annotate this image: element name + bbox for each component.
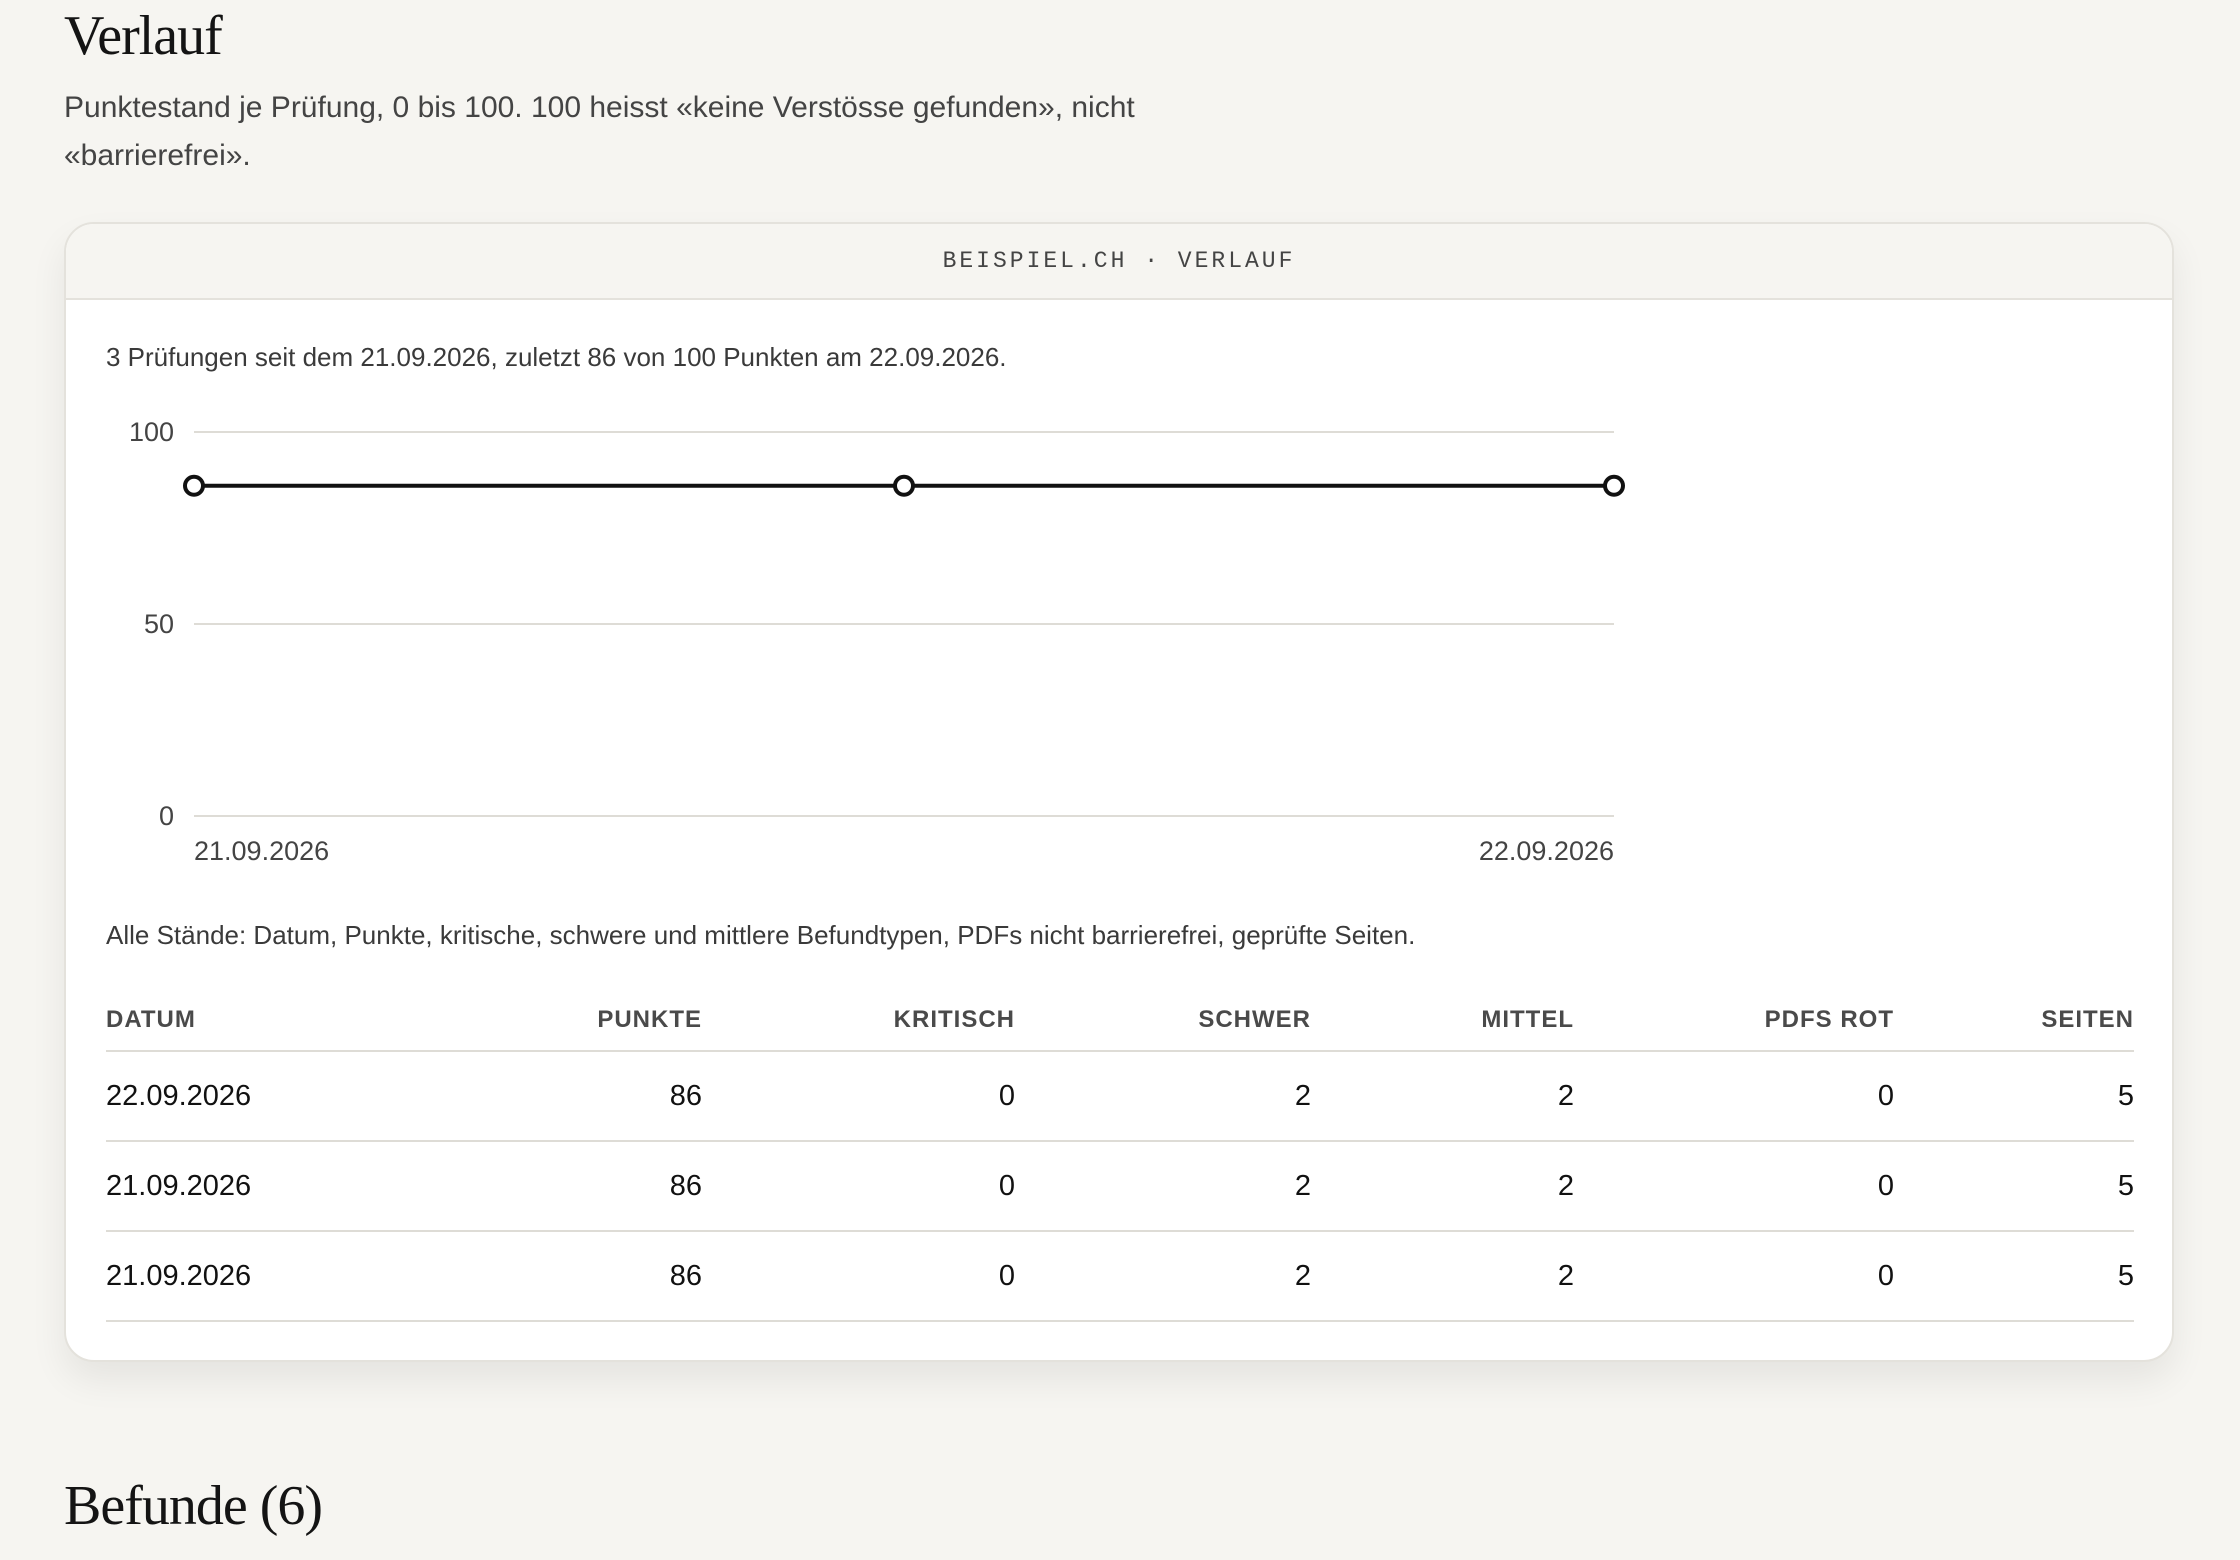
- cell-mittel: 2: [1311, 1231, 1574, 1322]
- cell-schwer: 2: [1015, 1051, 1311, 1142]
- col-header-datum: DATUM: [106, 990, 326, 1052]
- cell-datum: 21.09.2026: [106, 1141, 326, 1232]
- x-tick-label: 22.09.2026: [1479, 836, 1614, 864]
- data-point: [183, 474, 205, 497]
- data-point: [1603, 474, 1625, 497]
- col-header-pdfs-rot: PDFS ROT: [1574, 990, 1894, 1052]
- cell-mittel: 2: [1311, 1051, 1574, 1142]
- cell-pdfs-rot: 0: [1574, 1051, 1894, 1142]
- y-tick-label: 0: [159, 801, 174, 831]
- table-row: 21.09.2026 86 0 2 2 0 5: [106, 1231, 2134, 1322]
- verlauf-intro: Punktestand je Prüfung, 0 bis 100. 100 h…: [64, 91, 1135, 172]
- cell-seiten: 5: [1894, 1051, 2134, 1142]
- cell-datum: 22.09.2026: [106, 1051, 326, 1142]
- cell-pdfs-rot: 0: [1574, 1141, 1894, 1232]
- y-tick-label: 100: [129, 417, 174, 447]
- table-row: 21.09.2026 86 0 2 2 0 5: [106, 1141, 2134, 1232]
- col-header-schwer: SCHWER: [1015, 990, 1311, 1052]
- cell-schwer: 2: [1015, 1141, 1311, 1232]
- col-header-mittel: MITTEL: [1311, 990, 1574, 1052]
- cell-punkte: 86: [326, 1231, 702, 1322]
- col-header-seiten: SEITEN: [1894, 990, 2134, 1052]
- section-title-verlauf: Verlauf: [64, 5, 223, 67]
- cell-kritisch: 0: [702, 1141, 1015, 1232]
- cell-punkte: 86: [326, 1051, 702, 1142]
- table-note: Alle Stände: Datum, Punkte, kritische, s…: [106, 920, 1416, 950]
- cell-seiten: 5: [1894, 1141, 2134, 1232]
- y-tick-label: 50: [144, 609, 174, 639]
- history-card: BEISPIEL.CH · VERLAUF 3 Prüfungen seit d…: [64, 222, 2174, 1362]
- cell-pdfs-rot: 0: [1574, 1231, 1894, 1322]
- x-tick-label: 21.09.2026: [194, 836, 329, 864]
- table-header-row: DATUM PUNKTE KRITISCH SCHWER MITTEL PDFS…: [106, 990, 2134, 1052]
- cell-seiten: 5: [1894, 1231, 2134, 1322]
- cell-mittel: 2: [1311, 1141, 1574, 1232]
- cell-schwer: 2: [1015, 1231, 1311, 1322]
- history-table: DATUM PUNKTE KRITISCH SCHWER MITTEL PDFS…: [106, 990, 2134, 1322]
- cell-punkte: 86: [326, 1141, 702, 1232]
- col-header-kritisch: KRITISCH: [702, 990, 1015, 1052]
- data-point: [893, 474, 915, 497]
- table-row: 22.09.2026 86 0 2 2 0 5: [106, 1051, 2134, 1142]
- score-line-chart: 100 50 0 21.09.2026 22.09.2026: [129, 417, 1625, 864]
- section-title-befunde: Befunde (6): [64, 1475, 323, 1537]
- cell-kritisch: 0: [702, 1051, 1015, 1142]
- cell-kritisch: 0: [702, 1231, 1015, 1322]
- cell-datum: 21.09.2026: [106, 1231, 326, 1322]
- col-header-punkte: PUNKTE: [326, 990, 702, 1052]
